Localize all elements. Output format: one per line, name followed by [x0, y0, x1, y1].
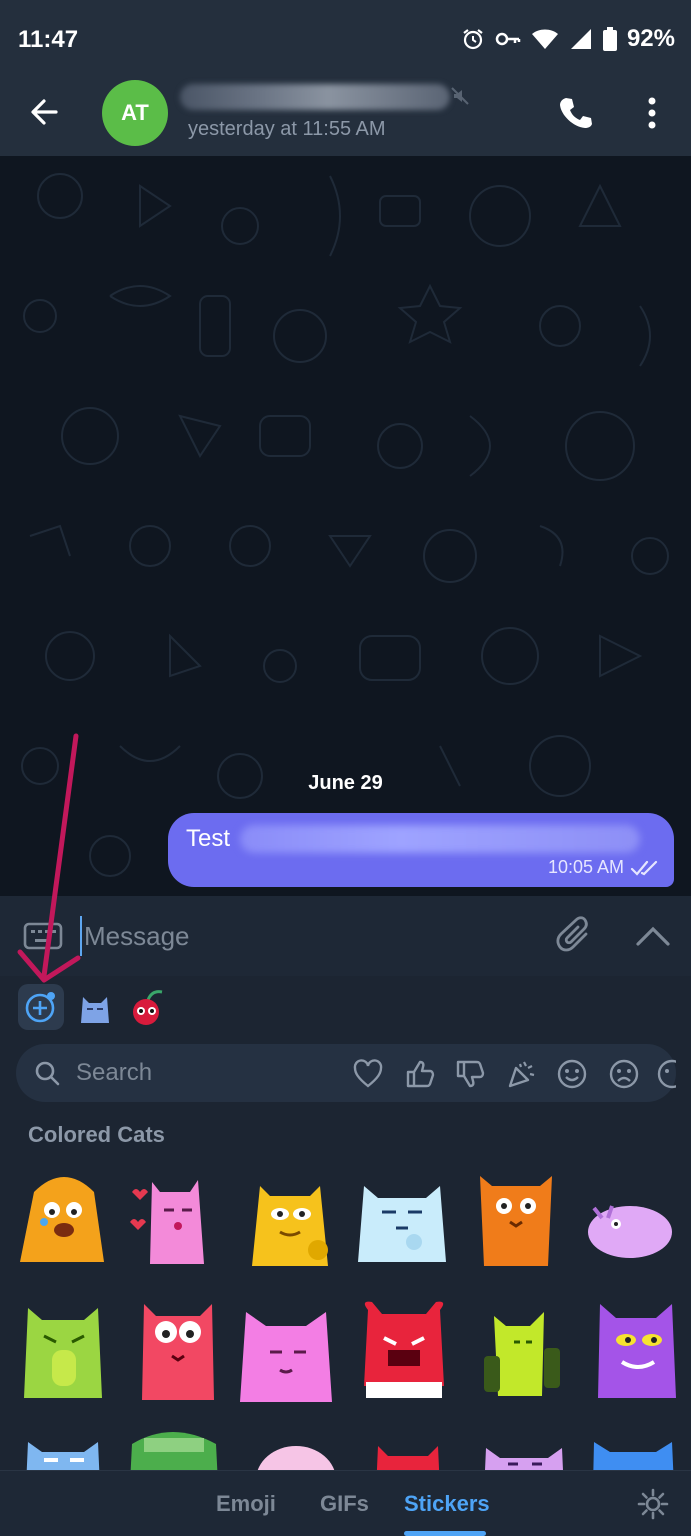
chevron-up-icon[interactable]: [634, 920, 672, 950]
sticker-panel: Colored Cats: [0, 976, 691, 1470]
party-icon[interactable]: [506, 1058, 538, 1090]
date-separator: June 29: [308, 772, 383, 794]
more-face-icon[interactable]: [656, 1058, 676, 1090]
back-arrow-icon[interactable]: [26, 94, 62, 130]
chat-header: AT yesterday at 11:55 AM: [0, 76, 691, 156]
avatar[interactable]: AT: [102, 80, 168, 146]
active-tab-indicator: [404, 1531, 486, 1536]
tab-gifs[interactable]: GIFs: [320, 1491, 369, 1517]
sticker-purple-cat-grin[interactable]: [588, 1298, 688, 1408]
sticker-pink-cat-kiss[interactable]: [122, 1162, 222, 1272]
message-text-redacted: [240, 825, 640, 853]
sticker-pack-cherry[interactable]: [124, 984, 170, 1030]
add-circle-icon: [25, 992, 55, 1023]
status-icons: 92%: [461, 24, 675, 54]
sticker-search-input[interactable]: [76, 1054, 336, 1092]
sticker-cat-money[interactable]: [124, 1424, 224, 1470]
heart-icon[interactable]: [352, 1058, 384, 1090]
sticker-lilac-cat-sleepy[interactable]: [474, 1434, 574, 1470]
status-bar: 11:47 92%: [0, 0, 691, 76]
sticker-pack-blue-cat[interactable]: [72, 984, 118, 1030]
cherry-sticker-icon: [133, 990, 163, 1025]
thumbs-up-icon[interactable]: [404, 1058, 436, 1090]
message-input-bar: [0, 896, 691, 976]
sticker-pack-title: Colored Cats: [28, 1122, 165, 1147]
message-input[interactable]: [80, 916, 500, 956]
sticker-pink-cat-round[interactable]: [246, 1440, 346, 1470]
sticker-red-cat-shocked[interactable]: [128, 1298, 228, 1408]
sticker-purple-cat-lying[interactable]: [580, 1162, 680, 1272]
signal-icon: [570, 29, 591, 49]
tab-emoji[interactable]: Emoji: [216, 1491, 276, 1517]
sticker-red-cat-angry[interactable]: [358, 1438, 458, 1470]
sad-icon[interactable]: [608, 1058, 640, 1090]
sticker-orange-cat-surprised[interactable]: [466, 1162, 566, 1272]
double-check-icon: [630, 860, 658, 876]
outgoing-message-bubble[interactable]: Test 10:05 AM: [168, 813, 674, 887]
search-icon: [35, 1061, 60, 1086]
sticker-panel-tabs: Emoji GIFs Stickers: [0, 1470, 691, 1536]
blue-cat-sticker-icon: [81, 997, 109, 1023]
vpn-key-icon: [495, 32, 521, 46]
keyboard-icon[interactable]: [22, 918, 64, 954]
last-seen-status: yesterday at 11:55 AM: [188, 118, 386, 140]
wifi-icon: [531, 29, 558, 49]
more-vertical-icon[interactable]: [640, 96, 664, 130]
gear-icon[interactable]: [636, 1487, 670, 1521]
sticker-orange-cat-crying[interactable]: [14, 1162, 114, 1272]
add-sticker-pack-button[interactable]: [18, 984, 64, 1030]
sticker-search-bar[interactable]: [16, 1044, 676, 1102]
thumbs-down-icon[interactable]: [454, 1058, 486, 1090]
phone-call-icon[interactable]: [558, 94, 594, 130]
sticker-pack-tabs: [0, 984, 691, 1032]
battery-icon: [602, 27, 617, 51]
tab-stickers[interactable]: Stickers: [404, 1491, 490, 1517]
sticker-light-blue-cat[interactable]: [352, 1162, 452, 1272]
sticker-yellow-cat-thumbs[interactable]: [240, 1162, 340, 1272]
alarm-icon: [463, 29, 483, 50]
sticker-green-cat-bottles[interactable]: [470, 1298, 570, 1408]
avatar-initials: AT: [121, 100, 149, 125]
sticker-red-monster-ffuu[interactable]: [354, 1298, 454, 1408]
smile-icon[interactable]: [556, 1058, 588, 1090]
sticker-blue-cat-crying[interactable]: [14, 1432, 114, 1470]
sticker-pink-cat-smug[interactable]: [236, 1298, 336, 1408]
muted-icon: [451, 87, 469, 105]
message-text: Test: [186, 825, 231, 852]
message-time: 10:05 AM: [547, 857, 624, 877]
status-time: 11:47: [18, 26, 79, 53]
attach-paperclip-icon[interactable]: [556, 916, 594, 956]
contact-name-redacted[interactable]: [180, 84, 450, 110]
chat-area[interactable]: June 29 Test 10:05 AM: [0, 156, 691, 896]
sticker-blue-cat-sad[interactable]: [584, 1432, 684, 1470]
sticker-green-cat-sick[interactable]: [14, 1298, 114, 1408]
battery-percent: 92%: [626, 25, 675, 52]
